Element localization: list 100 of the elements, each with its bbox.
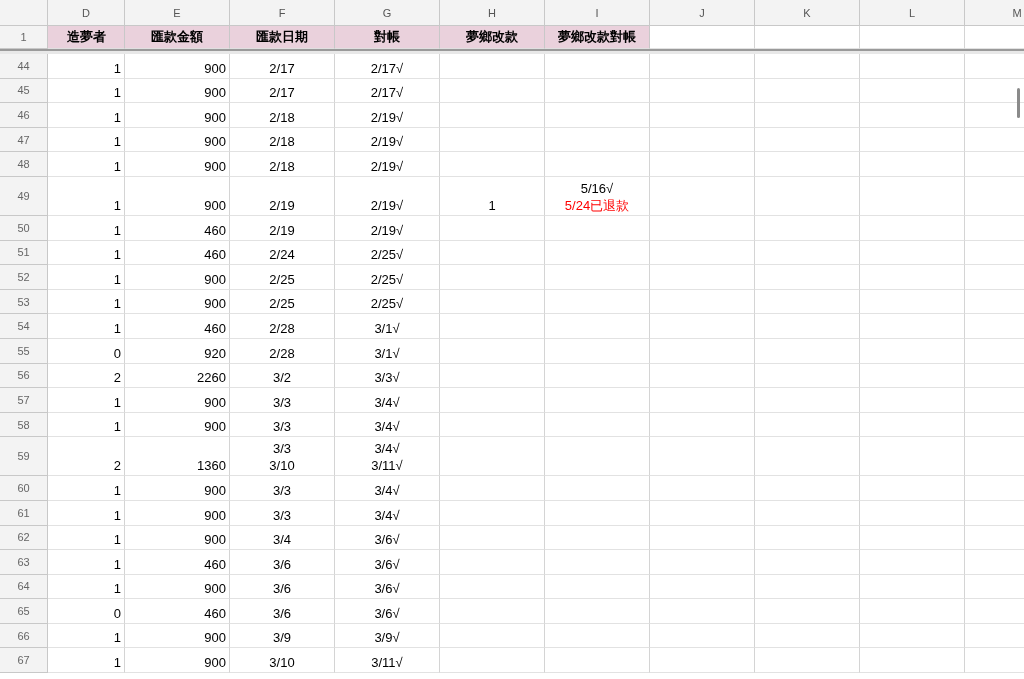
table-cell: 2/24 — [269, 246, 295, 264]
row-number[interactable]: 49 — [0, 176, 48, 216]
table-cell: 2/17√ — [370, 59, 404, 77]
row-number[interactable]: 61 — [0, 500, 48, 526]
column-header[interactable]: L — [860, 0, 965, 26]
table-cell: 2/18 — [269, 108, 295, 126]
table-cell: 900 — [204, 531, 226, 549]
header-cell: 匯款金額 — [125, 26, 230, 49]
table-cell: 3/10 — [269, 654, 295, 672]
table-cell: 2/19√ — [370, 221, 404, 239]
table-cell: 1360 — [197, 457, 226, 475]
table-cell: 2/25√ — [370, 295, 404, 313]
row-number[interactable]: 50 — [0, 215, 48, 241]
table-cell: 900 — [204, 270, 226, 288]
table-cell: 900 — [204, 295, 226, 313]
row-number[interactable]: 46 — [0, 103, 48, 128]
table-cell: 3/6 — [272, 604, 292, 622]
table-cell: 2/18 — [269, 157, 295, 175]
table-cell: 2 — [113, 369, 121, 387]
table-cell: 3/1√ — [374, 319, 400, 337]
table-cell: 3/9 — [272, 629, 292, 647]
row-number[interactable]: 48 — [0, 152, 48, 177]
row-number[interactable]: 65 — [0, 599, 48, 624]
table-cell: 3/6√ — [374, 555, 400, 573]
table-cell: 2/19 — [269, 196, 295, 214]
table-cell: 3/4√ — [374, 506, 400, 524]
row-number[interactable]: 62 — [0, 525, 48, 551]
row-number[interactable]: 51 — [0, 240, 48, 266]
table-cell: 3/4 — [272, 531, 292, 549]
table-cell: 2/28 — [269, 319, 295, 337]
row-number[interactable]: 45 — [0, 78, 48, 104]
table-cell: 3/3 — [272, 481, 292, 499]
row-number[interactable]: 57 — [0, 388, 48, 413]
row-number[interactable]: 55 — [0, 338, 48, 364]
table-cell: 2/25√ — [370, 246, 404, 264]
table-cell: 1 — [113, 270, 121, 288]
table-cell: 2/19 — [269, 221, 295, 239]
row-number[interactable]: 47 — [0, 127, 48, 153]
table-cell: 900 — [204, 481, 226, 499]
table-cell: 3/2 — [272, 369, 292, 387]
row-number[interactable]: 52 — [0, 265, 48, 290]
table-cell: 2/19√ — [370, 108, 404, 126]
table-cell: 2/17 — [269, 59, 295, 77]
table-cell: 1 — [113, 84, 121, 102]
table-cell: 2/18 — [269, 133, 295, 151]
table-cell: 1 — [113, 393, 121, 411]
table-cell: 900 — [204, 108, 226, 126]
table-cell: 2/25√ — [370, 270, 404, 288]
row-number[interactable]: 54 — [0, 314, 48, 339]
row-number[interactable]: 1 — [0, 26, 48, 49]
column-header[interactable]: J — [650, 0, 755, 26]
table-cell: 1 — [113, 157, 121, 175]
scrollbar-thumb[interactable] — [1017, 88, 1020, 118]
table-cell: 900 — [204, 84, 226, 102]
table-cell: 900 — [204, 196, 226, 214]
table-cell: 460 — [204, 604, 226, 622]
row-number[interactable]: 56 — [0, 363, 48, 389]
row-number[interactable]: 53 — [0, 289, 48, 315]
table-cell: 3/6√ — [374, 580, 400, 598]
row-number[interactable]: 59 — [0, 437, 48, 477]
table-cell: 2/19√ — [370, 133, 404, 151]
table-cell: 0 — [113, 344, 121, 362]
table-cell: 2/28 — [269, 344, 295, 362]
header-cell: 匯款日期 — [230, 26, 335, 49]
table-cell: 460 — [204, 246, 226, 264]
column-header[interactable]: K — [755, 0, 860, 26]
table-cell: 3/9√ — [374, 629, 400, 647]
header-cell: 夢鄉改款 — [440, 26, 545, 49]
table-cell: 2/17 — [269, 84, 295, 102]
table-cell: 3/6 — [272, 555, 292, 573]
table-cell: 900 — [204, 580, 226, 598]
header-cell: 造夢者 — [48, 26, 125, 49]
table-cell: 1 — [113, 580, 121, 598]
table-cell: 2 — [113, 457, 121, 475]
table-cell: 2/19√ — [370, 196, 404, 214]
row-number[interactable]: 60 — [0, 476, 48, 501]
column-header[interactable]: M — [965, 0, 1024, 26]
row-number[interactable]: 58 — [0, 412, 48, 438]
row-number[interactable]: 63 — [0, 550, 48, 575]
row-number[interactable]: 66 — [0, 623, 48, 649]
table-cell: 920 — [204, 344, 226, 362]
table-cell: 900 — [204, 393, 226, 411]
table-cell: 0 — [113, 604, 121, 622]
row-number[interactable]: 64 — [0, 574, 48, 600]
header-cell: 夢鄉改款對帳 — [545, 26, 650, 49]
table-cell: 460 — [204, 221, 226, 239]
header-cell: 對帳 — [335, 26, 440, 49]
table-cell: 900 — [204, 133, 226, 151]
table-cell: 900 — [204, 654, 226, 672]
row-number[interactable]: 44 — [0, 54, 48, 79]
table-cell: 3/3 — [272, 506, 292, 524]
table-cell: 1 — [113, 555, 121, 573]
table-cell: 900 — [204, 59, 226, 77]
table-cell: 1 — [113, 59, 121, 77]
table-cell: 1 — [113, 295, 121, 313]
table-cell: 3/11√ — [371, 457, 403, 475]
table-cell: 1 — [488, 196, 496, 214]
row-number[interactable]: 67 — [0, 648, 48, 674]
table-cell: 1 — [113, 108, 121, 126]
table-cell: 1 — [113, 481, 121, 499]
